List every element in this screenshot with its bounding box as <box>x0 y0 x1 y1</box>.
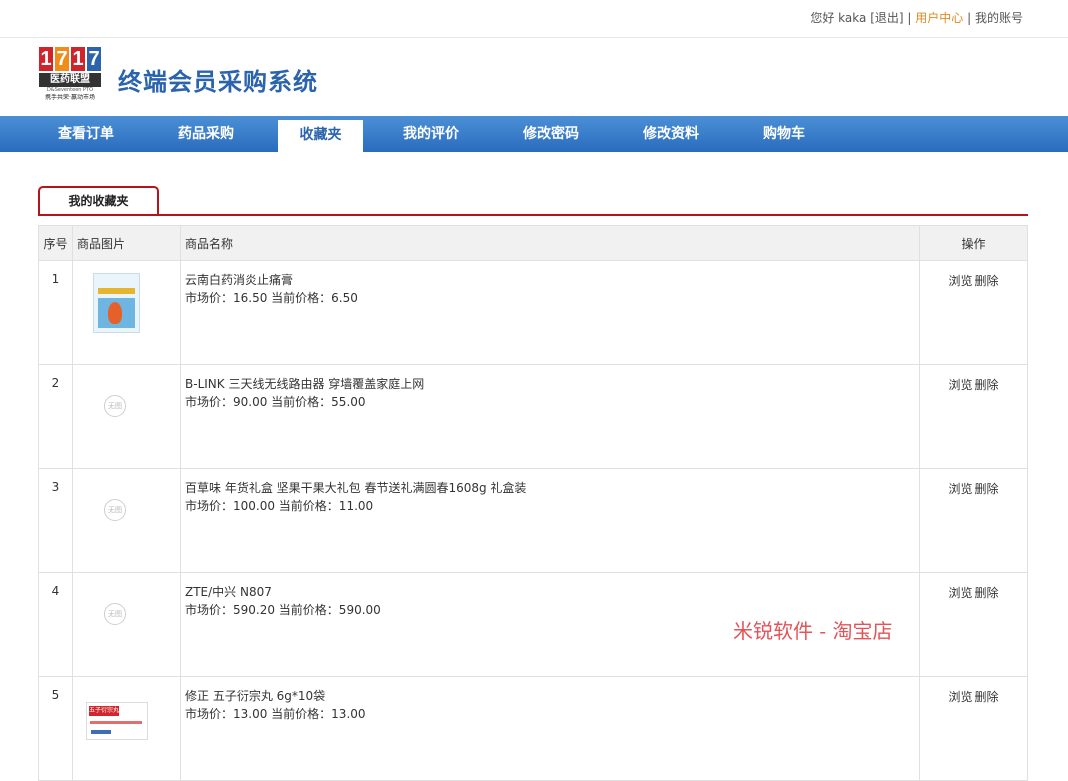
row-index: 1 <box>38 260 73 365</box>
nav-item-edit-profile[interactable]: 修改资料 <box>643 116 699 152</box>
browse-button[interactable]: 浏览 <box>948 482 972 496</box>
product-image-label: 五子衍宗丸 <box>89 706 120 716</box>
table-row: 3 无图 百草味 年货礼盒 坚果干果大礼包 春节送礼满圆春1608g 礼盒装 市… <box>38 468 1028 573</box>
row-actions: 浏览 删除 <box>919 572 1028 677</box>
greeting-text: 您好 kaka <box>810 11 867 25</box>
product-image-cell: 无图 <box>72 468 181 573</box>
separator: | <box>907 11 912 25</box>
table-header-row: 序号 商品图片 商品名称 操作 <box>38 225 1028 261</box>
row-actions: 浏览 删除 <box>919 364 1028 469</box>
table-row: 1 云南白药消炎止痛膏 市场价：16.50 当前价格：6.50 浏览 删除 <box>38 260 1028 365</box>
product-info: 云南白药消炎止痛膏 市场价：16.50 当前价格：6.50 <box>180 260 920 365</box>
row-index: 5 <box>38 676 73 781</box>
nav-item-cart[interactable]: 购物车 <box>763 116 805 152</box>
main-nav: 查看订单 药品采购 收藏夹 我的评价 修改密码 修改资料 购物车 <box>0 116 1068 152</box>
header-actions: 操作 <box>919 225 1028 261</box>
browse-button[interactable]: 浏览 <box>948 378 972 392</box>
separator: | <box>967 11 972 25</box>
user-center-link[interactable]: 用户中心 <box>915 11 963 25</box>
product-info: 百草味 年货礼盒 坚果干果大礼包 春节送礼满圆春1608g 礼盒装 市场价：10… <box>180 468 920 573</box>
row-index: 3 <box>38 468 73 573</box>
delete-button[interactable]: 删除 <box>975 690 999 704</box>
product-name[interactable]: 百草味 年货礼盒 坚果干果大礼包 春节送礼满圆春1608g 礼盒装 <box>185 479 919 497</box>
header-image: 商品图片 <box>72 225 181 261</box>
nav-item-orders[interactable]: 查看订单 <box>58 116 114 152</box>
product-image[interactable] <box>93 273 140 333</box>
site-title: 终端会员采购系统 <box>118 68 318 96</box>
watermark-text: 米锐软件 - 淘宝店 <box>733 619 893 643</box>
logo-slogan: 携手共荣·赢动市场 <box>45 94 95 101</box>
product-image-cell: 无图 <box>72 364 181 469</box>
nav-item-change-password[interactable]: 修改密码 <box>523 116 579 152</box>
product-name[interactable]: B-LINK 三天线无线路由器 穿墙覆盖家庭上网 <box>185 375 919 393</box>
logo-digits: 1 7 1 7 <box>39 47 101 71</box>
favorites-table: 序号 商品图片 商品名称 操作 1 云南白药消炎止痛膏 市场价：16.50 当前… <box>38 225 1028 781</box>
logo-digit: 1 <box>39 47 53 71</box>
section-tab-bar: 我的收藏夹 <box>38 186 1028 216</box>
product-image-cell: 五子衍宗丸 <box>72 676 181 781</box>
row-index: 2 <box>38 364 73 469</box>
product-name[interactable]: 云南白药消炎止痛膏 <box>185 271 919 289</box>
logo-subtitle: D&Seventeen PTO <box>46 87 94 93</box>
logo-digit: 7 <box>55 47 69 71</box>
browse-button[interactable]: 浏览 <box>948 274 972 288</box>
nav-item-reviews[interactable]: 我的评价 <box>403 116 459 152</box>
product-info: 修正 五子衍宗丸 6g*10袋 市场价：13.00 当前价格：13.00 <box>180 676 920 781</box>
product-price: 市场价：16.50 当前价格：6.50 <box>185 291 358 305</box>
logout-link[interactable]: [退出] <box>870 11 903 25</box>
delete-button[interactable]: 删除 <box>975 274 999 288</box>
nav-item-purchase[interactable]: 药品采购 <box>178 116 234 152</box>
row-index: 4 <box>38 572 73 677</box>
delete-button[interactable]: 删除 <box>975 482 999 496</box>
row-actions: 浏览 删除 <box>919 260 1028 365</box>
delete-button[interactable]: 删除 <box>975 586 999 600</box>
site-logo[interactable]: 1 7 1 7 医药联盟 D&Seventeen PTO 携手共荣·赢动市场 <box>39 47 101 107</box>
logo-digit: 1 <box>71 47 85 71</box>
product-image-cell: 无图 <box>72 572 181 677</box>
table-row: 2 无图 B-LINK 三天线无线路由器 穿墙覆盖家庭上网 市场价：90.00 … <box>38 364 1028 469</box>
product-price: 市场价：13.00 当前价格：13.00 <box>185 707 366 721</box>
product-image[interactable]: 五子衍宗丸 <box>86 702 148 740</box>
user-links: 您好 kaka [退出] | 用户中心 | 我的账号 <box>810 9 1023 26</box>
my-account-link[interactable]: 我的账号 <box>975 11 1023 25</box>
header-name: 商品名称 <box>180 225 920 261</box>
no-image-icon: 无图 <box>104 499 126 521</box>
browse-button[interactable]: 浏览 <box>948 690 972 704</box>
nav-item-favorites[interactable]: 收藏夹 <box>278 120 363 152</box>
no-image-icon: 无图 <box>104 603 126 625</box>
logo-digit: 7 <box>87 47 101 71</box>
table-row: 5 五子衍宗丸 修正 五子衍宗丸 6g*10袋 市场价：13.00 当前价格：1… <box>38 676 1028 781</box>
tab-my-favorites[interactable]: 我的收藏夹 <box>38 186 159 214</box>
logo-brand: 医药联盟 <box>39 73 101 87</box>
browse-button[interactable]: 浏览 <box>948 586 972 600</box>
no-image-icon: 无图 <box>104 395 126 417</box>
top-bar: 您好 kaka [退出] | 用户中心 | 我的账号 <box>0 0 1068 38</box>
row-actions: 浏览 删除 <box>919 468 1028 573</box>
product-image-cell <box>72 260 181 365</box>
product-price: 市场价：90.00 当前价格：55.00 <box>185 395 366 409</box>
delete-button[interactable]: 删除 <box>975 378 999 392</box>
row-actions: 浏览 删除 <box>919 676 1028 781</box>
product-price: 市场价：100.00 当前价格：11.00 <box>185 499 374 513</box>
site-header: 1 7 1 7 医药联盟 D&Seventeen PTO 携手共荣·赢动市场 终… <box>0 38 1068 116</box>
product-name[interactable]: 修正 五子衍宗丸 6g*10袋 <box>185 687 919 705</box>
product-info: B-LINK 三天线无线路由器 穿墙覆盖家庭上网 市场价：90.00 当前价格：… <box>180 364 920 469</box>
product-name[interactable]: ZTE/中兴 N807 <box>185 583 919 601</box>
header-index: 序号 <box>38 225 73 261</box>
